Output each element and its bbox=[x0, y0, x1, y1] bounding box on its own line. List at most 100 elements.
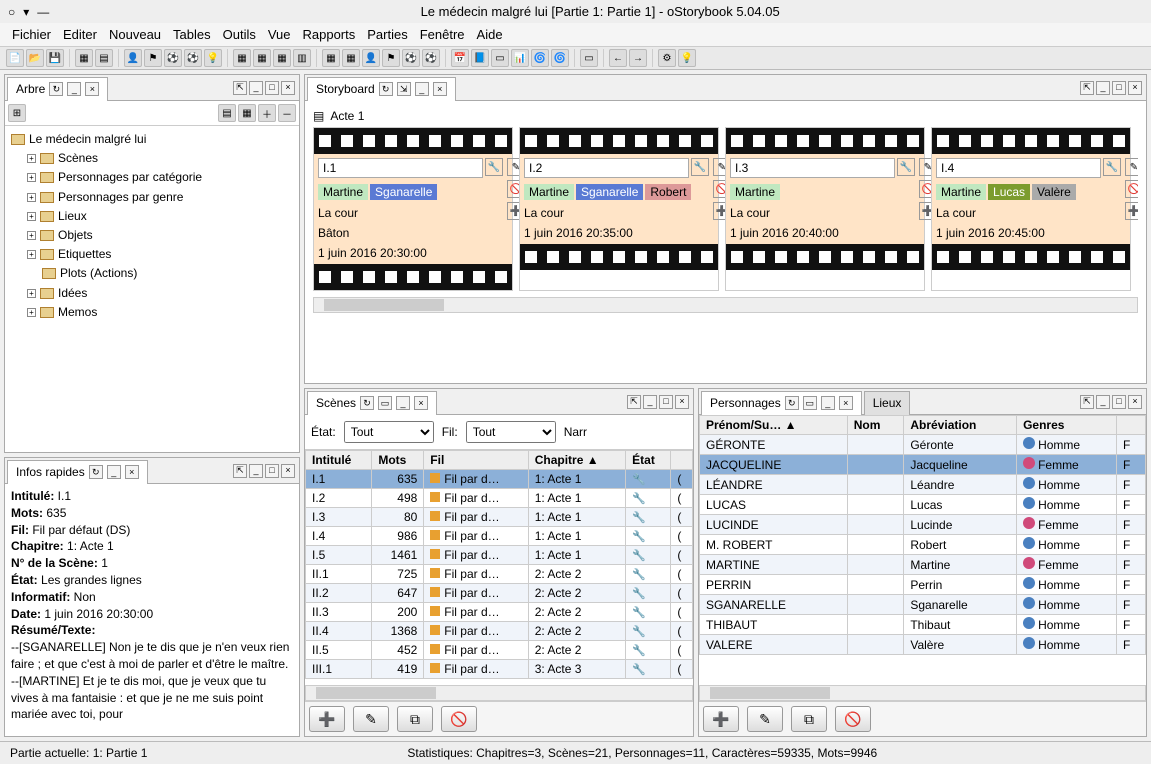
copy-button[interactable]: ⧉ bbox=[791, 706, 827, 732]
delete-button[interactable]: 🚫 bbox=[441, 706, 477, 732]
close-icon[interactable]: × bbox=[85, 82, 99, 96]
tree-item[interactable]: + Idées bbox=[27, 284, 293, 303]
scenes-table[interactable]: IntituléMotsFilChapitre ▲ÉtatI.1635Fil p… bbox=[305, 450, 693, 679]
table-row[interactable]: I.4986Fil par d…1: Acte 1( bbox=[306, 527, 693, 546]
char-tag[interactable]: Martine bbox=[730, 184, 780, 200]
wrench-icon[interactable]: 🔧 bbox=[485, 158, 503, 176]
pin-icon[interactable]: ⇱ bbox=[627, 395, 641, 409]
lieux-tab[interactable]: Lieux bbox=[864, 391, 911, 415]
close2-icon[interactable]: × bbox=[281, 81, 295, 95]
fil-select[interactable]: Tout bbox=[466, 421, 556, 443]
pin-icon[interactable]: ⇱ bbox=[233, 81, 247, 95]
wrench-icon[interactable]: 🔧 bbox=[691, 158, 709, 176]
infos-tab[interactable]: Infos rapides ↻ _ × bbox=[7, 460, 148, 484]
tree-item[interactable]: + Memos bbox=[27, 303, 293, 322]
tree-tool-icon[interactable]: ⊞ bbox=[8, 104, 26, 122]
card-id-input[interactable] bbox=[318, 158, 483, 178]
world2-icon[interactable]: ⚽ bbox=[402, 49, 420, 67]
table-row[interactable]: II.5452Fil par d…2: Acte 2( bbox=[306, 641, 693, 660]
delete-button[interactable]: 🚫 bbox=[835, 706, 871, 732]
table-row[interactable]: JACQUELINEJacquelineFemmeF bbox=[700, 455, 1146, 475]
tree-item[interactable]: + Objets bbox=[27, 226, 293, 245]
table-row[interactable]: III.2523Fil par d…3: Acte 3( bbox=[306, 679, 693, 680]
col-header[interactable]: Fil bbox=[424, 451, 528, 470]
flag2-icon[interactable]: ⚑ bbox=[382, 49, 400, 67]
close2-icon[interactable]: × bbox=[281, 464, 295, 478]
char-tag[interactable]: Martine bbox=[524, 184, 574, 200]
storyboard-card[interactable]: 🔧MartineSganarelleRobertLa cour1 juin 20… bbox=[519, 127, 719, 291]
open-icon[interactable]: 📂 bbox=[26, 49, 44, 67]
table-row[interactable]: M. ROBERTRobertHommeF bbox=[700, 535, 1146, 555]
worlds-icon[interactable]: ⚽ bbox=[184, 49, 202, 67]
add-button[interactable]: ➕ bbox=[309, 706, 345, 732]
close-icon[interactable]: × bbox=[125, 465, 139, 479]
menu-editer[interactable]: Editer bbox=[63, 27, 97, 42]
min-icon[interactable]: _ bbox=[396, 396, 410, 410]
col-header[interactable] bbox=[671, 451, 693, 470]
grid5-icon[interactable]: ▦ bbox=[342, 49, 360, 67]
tree-root[interactable]: Le médecin malgré lui bbox=[11, 130, 293, 149]
max-icon[interactable]: □ bbox=[1112, 81, 1126, 95]
flag-icon[interactable]: ⚑ bbox=[144, 49, 162, 67]
col-header[interactable]: Mots bbox=[372, 451, 424, 470]
table-row[interactable]: THIBAUTThibautHommeF bbox=[700, 615, 1146, 635]
card-id-input[interactable] bbox=[524, 158, 689, 178]
expand-icon[interactable]: + bbox=[27, 289, 36, 298]
storyboard-card[interactable]: 🔧MartineLucasValèreLa cour1 juin 2016 20… bbox=[931, 127, 1131, 291]
min-icon[interactable]: _ bbox=[107, 465, 121, 479]
table-row[interactable]: II.41368Fil par d…2: Acte 2( bbox=[306, 622, 693, 641]
min-icon[interactable]: _ bbox=[821, 396, 835, 410]
back-icon[interactable]: ← bbox=[609, 49, 627, 67]
tree-item[interactable]: + Personnages par catégorie bbox=[27, 168, 293, 187]
tree-plus-icon[interactable]: ＋ bbox=[258, 104, 276, 122]
menu-nouveau[interactable]: Nouveau bbox=[109, 27, 161, 42]
col-header[interactable]: Prénom/Su… ▲ bbox=[700, 416, 848, 435]
char-tag[interactable]: Sganarelle bbox=[576, 184, 643, 200]
close-icon[interactable]: × bbox=[433, 82, 447, 96]
opt-icon[interactable]: ▭ bbox=[378, 396, 392, 410]
table-row[interactable]: GÉRONTEGéronteHommeF bbox=[700, 435, 1146, 455]
col-header[interactable]: Abréviation bbox=[904, 416, 1017, 435]
grid4-icon[interactable]: ▦ bbox=[322, 49, 340, 67]
tree-tab[interactable]: Arbre ↻ _ × bbox=[7, 77, 108, 101]
char-tag[interactable]: Lucas bbox=[988, 184, 1030, 200]
min2-icon[interactable]: _ bbox=[249, 81, 263, 95]
expand-icon[interactable]: + bbox=[27, 250, 36, 259]
card-id-input[interactable] bbox=[730, 158, 895, 178]
wrench-icon[interactable]: 🔧 bbox=[1103, 158, 1121, 176]
table-row[interactable]: I.1635Fil par d…1: Acte 1( bbox=[306, 470, 693, 489]
pin-icon[interactable]: — bbox=[37, 5, 49, 19]
tree-item[interactable]: + Lieux bbox=[27, 207, 293, 226]
pin-icon[interactable]: ⇱ bbox=[1080, 81, 1094, 95]
pin-icon[interactable]: ⇱ bbox=[233, 464, 247, 478]
table-row[interactable]: II.1725Fil par d…2: Acte 2( bbox=[306, 565, 693, 584]
personnages-tab[interactable]: Personnages ↻ ▭ _ × bbox=[701, 391, 862, 415]
col-header[interactable]: Chapitre ▲ bbox=[528, 451, 625, 470]
table-row[interactable]: VALEREValèreHommeF bbox=[700, 635, 1146, 655]
col-header[interactable]: Nom bbox=[847, 416, 904, 435]
table-row[interactable]: II.3200Fil par d…2: Acte 2( bbox=[306, 603, 693, 622]
char-tag[interactable]: Martine bbox=[936, 184, 986, 200]
pin-icon[interactable]: ⇱ bbox=[1080, 395, 1094, 409]
table-row[interactable]: PERRINPerrinHommeF bbox=[700, 575, 1146, 595]
view1-icon[interactable]: ▦ bbox=[75, 49, 93, 67]
fwd-icon[interactable]: → bbox=[629, 49, 647, 67]
book-icon[interactable]: 📘 bbox=[471, 49, 489, 67]
bulb-icon[interactable]: 💡 bbox=[204, 49, 222, 67]
min2-icon[interactable]: _ bbox=[249, 464, 263, 478]
edit-button[interactable]: ✎ bbox=[353, 706, 389, 732]
save-icon[interactable]: 💾 bbox=[46, 49, 64, 67]
char-tag[interactable]: Sganarelle bbox=[370, 184, 437, 200]
max-icon[interactable]: □ bbox=[659, 395, 673, 409]
copy-button[interactable]: ⧉ bbox=[397, 706, 433, 732]
tree-v2-icon[interactable]: ▦ bbox=[238, 104, 256, 122]
project-tree[interactable]: Le médecin malgré lui + Scènes+ Personna… bbox=[5, 126, 299, 326]
pers-scrollbar[interactable] bbox=[699, 685, 1146, 701]
person-icon[interactable]: 👤 bbox=[124, 49, 142, 67]
close2-icon[interactable]: × bbox=[675, 395, 689, 409]
close2-icon[interactable]: × bbox=[1128, 81, 1142, 95]
expand-icon[interactable]: + bbox=[27, 212, 36, 221]
edit-button[interactable]: ✎ bbox=[747, 706, 783, 732]
max-icon[interactable]: □ bbox=[265, 464, 279, 478]
tree-item[interactable]: + Personnages par genre bbox=[27, 188, 293, 207]
